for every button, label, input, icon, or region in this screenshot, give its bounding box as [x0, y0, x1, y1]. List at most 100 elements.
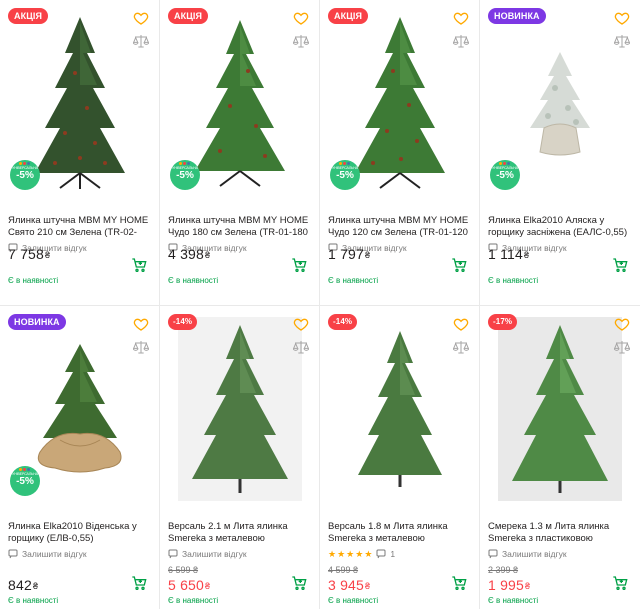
- old-price: [8, 565, 151, 576]
- cart-icon[interactable]: [612, 575, 628, 591]
- review-label: Залишити відгук: [22, 549, 87, 559]
- promo-discount-badge: УНІВЕРСАЛЬНА -5%: [490, 160, 520, 190]
- heart-icon[interactable]: [614, 316, 630, 332]
- availability-status: Є в наявності: [168, 276, 219, 285]
- scales-icon[interactable]: [614, 340, 630, 354]
- price: 842₴: [8, 577, 39, 593]
- price: 1 995₴: [488, 577, 531, 593]
- heart-icon[interactable]: [133, 316, 149, 332]
- cart-icon[interactable]: [451, 257, 467, 273]
- snowy-tree-in-pot-image: [530, 52, 590, 156]
- heart-icon[interactable]: [453, 10, 469, 26]
- tree-in-burlap-image: [37, 344, 121, 473]
- cart-icon[interactable]: [291, 257, 307, 273]
- heart-icon[interactable]: [293, 10, 309, 26]
- promo-badge: АКЦІЯ: [168, 8, 209, 24]
- price: 1 797₴: [328, 246, 371, 262]
- new-badge: НОВИНКА: [8, 314, 66, 330]
- product-image[interactable]: УНІВЕРСАЛЬНА -5%: [168, 8, 311, 198]
- old-price: 2 399 ₴: [488, 565, 519, 575]
- leave-review-link[interactable]: Залишити відгук: [488, 548, 632, 560]
- scales-icon[interactable]: [453, 340, 469, 354]
- promo-badge: АКЦІЯ: [328, 8, 369, 24]
- christmas-tree-image: [354, 17, 445, 189]
- scales-icon[interactable]: [453, 34, 469, 48]
- scales-icon[interactable]: [614, 34, 630, 48]
- price-block: 4 398₴: [168, 245, 311, 275]
- product-title[interactable]: Смерека 1.3 м Лита ялинка Smereka з плас…: [488, 521, 632, 545]
- promo-discount-badge: УНІВЕРСАЛЬНА -5%: [330, 160, 360, 190]
- price: 5 650₴: [168, 577, 211, 593]
- product-title[interactable]: Версаль 2.1 м Лита ялинка Smereka з мета…: [168, 521, 311, 545]
- christmas-tree-image: [498, 317, 622, 501]
- product-card[interactable]: АКЦІЯ УНІВЕРСАЛЬНА -5% Ялинка штучна MBM…: [0, 0, 160, 306]
- product-card[interactable]: -14% Версаль 2.1 м Лита ялинка Smereka з…: [160, 306, 320, 609]
- new-badge: НОВИНКА: [488, 8, 546, 24]
- promo-discount-badge: УНІВЕРСАЛЬНА -5%: [10, 160, 40, 190]
- christmas-tree-image: [34, 17, 125, 189]
- leave-review-link[interactable]: Залишити відгук: [8, 548, 151, 560]
- comment-icon: [376, 549, 386, 559]
- availability-status: Є в наявності: [8, 596, 59, 605]
- availability-status: Є в наявності: [8, 276, 59, 285]
- cart-icon[interactable]: [291, 575, 307, 591]
- christmas-tree-image: [337, 317, 462, 501]
- product-image[interactable]: [168, 314, 311, 504]
- product-title[interactable]: Ялинка Elka2010 Аляска у горщику засніже…: [488, 215, 632, 239]
- cart-icon[interactable]: [612, 257, 628, 273]
- availability-status: Є в наявності: [488, 596, 539, 605]
- product-image[interactable]: [488, 314, 632, 504]
- heart-icon[interactable]: [614, 10, 630, 26]
- product-card[interactable]: АКЦІЯ УНІВЕРСАЛЬНА -5% Ялинка штучна MBM…: [320, 0, 480, 306]
- availability-status: Є в наявності: [328, 596, 379, 605]
- discount-badge: -14%: [328, 314, 358, 330]
- scales-icon[interactable]: [293, 34, 309, 48]
- product-title[interactable]: Ялинка Elka2010 Віденська у горщику (ЕЛВ…: [8, 521, 151, 545]
- promo-discount-badge: УНІВЕРСАЛЬНА -5%: [170, 160, 200, 190]
- product-card[interactable]: НОВИНКА УНІВЕРСАЛЬНА -5% Ялинка Elka2010…: [480, 0, 640, 306]
- product-image[interactable]: [328, 314, 471, 504]
- price-block: 4 599 ₴ 3 945₴: [328, 565, 471, 595]
- product-card[interactable]: АКЦІЯ УНІВЕРСАЛЬНА -5% Ялинка штучна MBM…: [160, 0, 320, 306]
- scales-icon[interactable]: [293, 340, 309, 354]
- old-price: 6 599 ₴: [168, 565, 199, 575]
- price: 1 114₴: [488, 246, 530, 262]
- comment-icon: [168, 549, 178, 559]
- price-block: 1 114₴: [488, 245, 632, 275]
- cart-icon[interactable]: [451, 575, 467, 591]
- product-title[interactable]: Ялинка штучна MBM MY HOME Свято 210 см З…: [8, 215, 151, 239]
- promo-discount-badge: УНІВЕРСАЛЬНА -5%: [10, 466, 40, 496]
- price-block: 842₴: [8, 565, 151, 595]
- rating[interactable]: ★ ★ ★ ★ ★ 1: [328, 548, 471, 560]
- product-card[interactable]: НОВИНКА УНІВЕРСАЛЬНА -5% Ялинка Elka2010…: [0, 306, 160, 609]
- product-card[interactable]: -17% Смерека 1.3 м Лита ялинка Smereka з…: [480, 306, 640, 609]
- product-image[interactable]: УНІВЕРСАЛЬНА -5%: [328, 8, 471, 198]
- product-image[interactable]: УНІВЕРСАЛЬНА -5%: [8, 8, 151, 198]
- product-card[interactable]: -14% Версаль 1.8 м Лита ялинка Smereka з…: [320, 306, 480, 609]
- product-title[interactable]: Версаль 1.8 м Лита ялинка Smereka з мета…: [328, 521, 471, 545]
- heart-icon[interactable]: [293, 316, 309, 332]
- heart-icon[interactable]: [453, 316, 469, 332]
- availability-status: Є в наявності: [168, 596, 219, 605]
- review-label: Залишити відгук: [182, 549, 247, 559]
- product-title[interactable]: Ялинка штучна MBM MY HOME Чудо 180 см Зе…: [168, 215, 311, 239]
- star-icon: ★: [337, 549, 346, 559]
- star-icon: ★: [328, 549, 337, 559]
- product-image[interactable]: УНІВЕРСАЛЬНА -5%: [8, 314, 151, 504]
- availability-status: Є в наявності: [488, 276, 539, 285]
- heart-icon[interactable]: [133, 10, 149, 26]
- product-image[interactable]: УНІВЕРСАЛЬНА -5%: [488, 8, 632, 198]
- cart-icon[interactable]: [131, 575, 147, 591]
- price-block: 6 599 ₴ 5 650₴: [168, 565, 311, 595]
- leave-review-link[interactable]: Залишити відгук: [168, 548, 311, 560]
- scales-icon[interactable]: [133, 34, 149, 48]
- star-icon: ★: [364, 549, 373, 559]
- review-label: Залишити відгук: [502, 549, 567, 559]
- product-title[interactable]: Ялинка штучна MBM MY HOME Чудо 120 см Зе…: [328, 215, 471, 239]
- rating-stars: ★ ★ ★ ★ ★: [328, 549, 372, 559]
- price: 4 398₴: [168, 246, 211, 262]
- discount-badge: -14%: [168, 314, 198, 330]
- scales-icon[interactable]: [133, 340, 149, 354]
- cart-icon[interactable]: [131, 257, 147, 273]
- price: 3 945₴: [328, 577, 371, 593]
